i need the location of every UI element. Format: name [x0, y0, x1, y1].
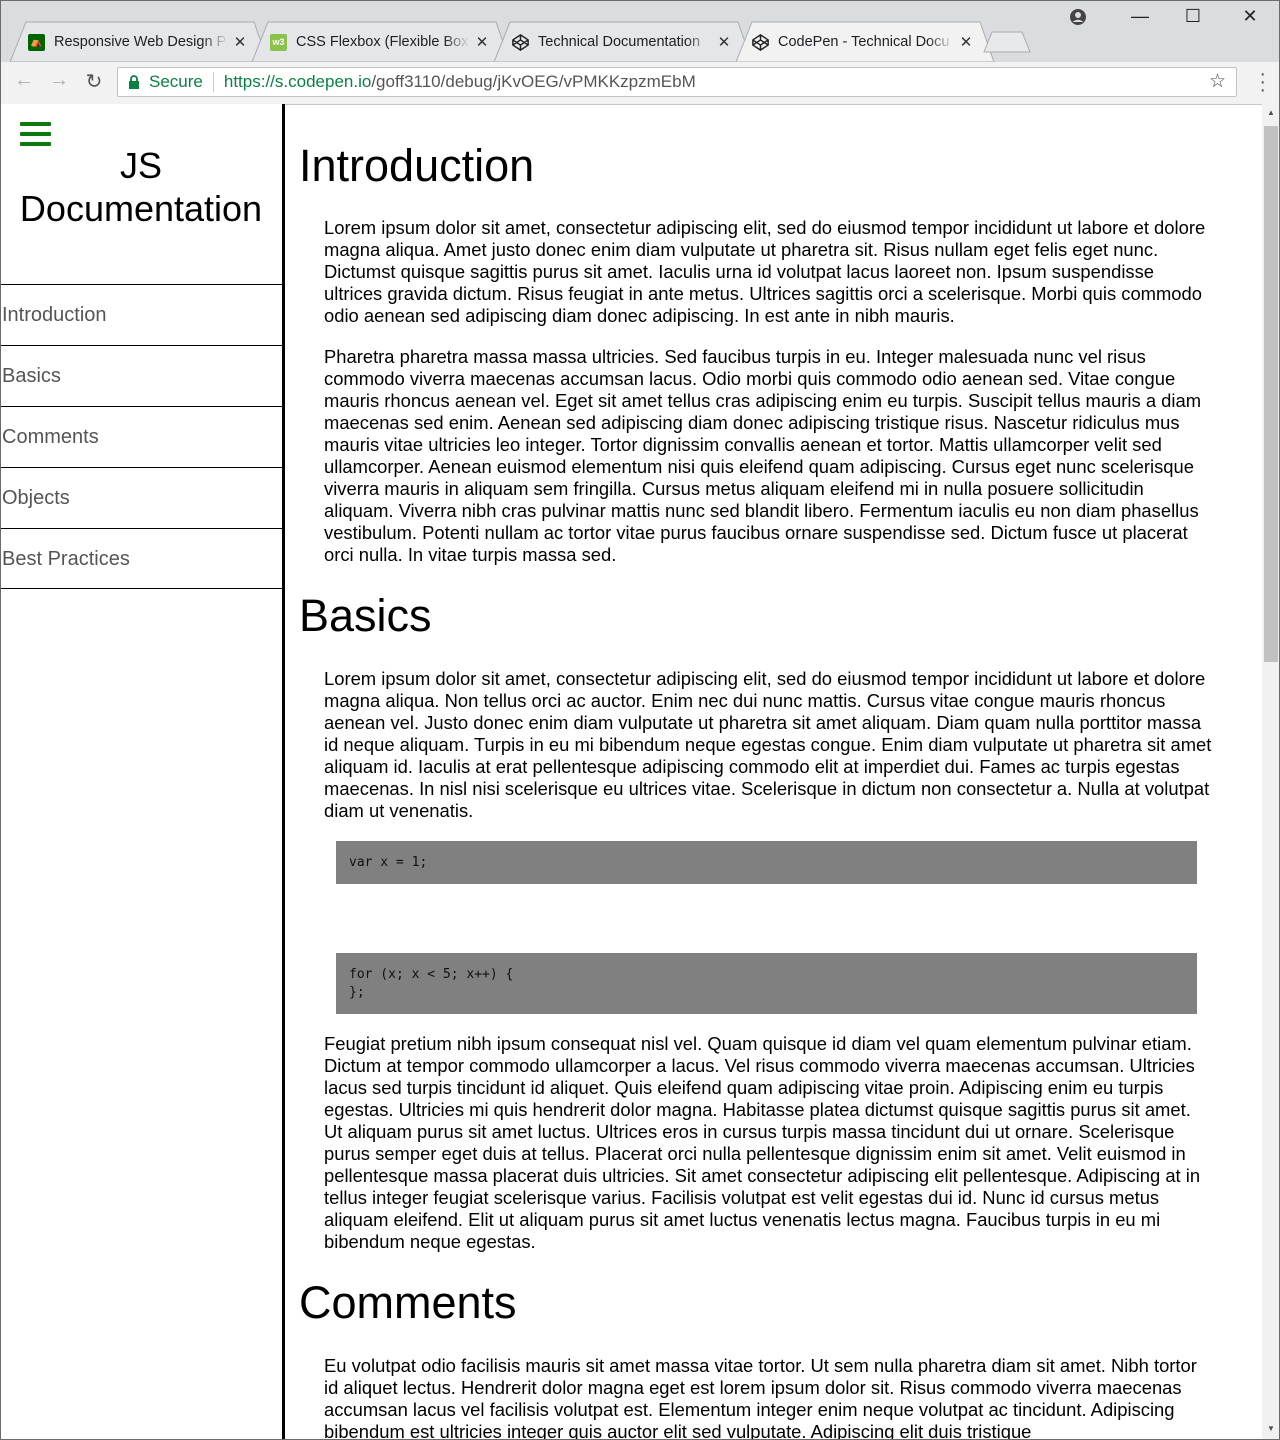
maximize-icon[interactable]: ☐	[1170, 6, 1216, 27]
nav-list: Introduction Basics Comments Objects Bes…	[0, 284, 282, 589]
section-heading-basics: Basics	[299, 590, 432, 641]
bookmark-star-icon[interactable]: ☆	[1209, 70, 1226, 93]
browser-menu-icon[interactable]: · · ·	[1259, 64, 1266, 100]
paragraph: Lorem ipsum dolor sit amet, consectetur …	[324, 217, 1206, 326]
navbar: JS Documentation Introduction Basics Com…	[0, 104, 285, 1440]
nav-link-introduction[interactable]: Introduction	[0, 284, 282, 345]
close-icon[interactable]: ✕	[470, 33, 494, 51]
scroll-down-icon[interactable]: ▼	[1262, 1424, 1280, 1433]
tab-technical-documentation[interactable]: Technical Documentation ✕	[506, 22, 742, 62]
section-heading-comments: Comments	[299, 1277, 517, 1328]
tab-title: Responsive Web Design P	[54, 34, 227, 50]
sidebar-title: JS Documentation	[0, 144, 282, 230]
minimize-icon[interactable]: —	[1117, 6, 1163, 27]
nav-link-best-practices[interactable]: Best Practices	[0, 528, 282, 589]
fcc-icon: ⛺	[28, 33, 45, 51]
tab-css-flexbox[interactable]: w3 CSS Flexbox (Flexible Box ✕	[264, 22, 500, 62]
lock-icon	[129, 75, 139, 89]
window-close-icon[interactable]: ✕	[1227, 6, 1273, 27]
close-icon[interactable]: ✕	[712, 33, 736, 51]
reload-icon[interactable]: ↻	[80, 69, 108, 94]
tab-responsive-web-design[interactable]: ⛺ Responsive Web Design P ✕	[22, 22, 258, 62]
url-path: /goff3110/debug/jKvOEG/vPMKKzpzmEbM	[371, 72, 696, 91]
new-tab-button	[983, 31, 1031, 53]
paragraph: Feugiat pretium nibh ipsum consequat nis…	[324, 1033, 1201, 1252]
nav-link-comments[interactable]: Comments	[0, 406, 282, 467]
scrollbar-thumb[interactable]	[1264, 126, 1278, 662]
sidebar-title-line2: Documentation	[19, 188, 263, 229]
tab-title: CodePen - Technical Docu	[778, 34, 950, 50]
codepen-icon	[512, 33, 529, 51]
page-viewport: JS Documentation Introduction Basics Com…	[0, 104, 1262, 1440]
tab-codepen-active[interactable]: CodePen - Technical Docu ✕	[748, 22, 984, 62]
back-arrow-icon[interactable]: ←	[10, 69, 38, 92]
close-icon[interactable]: ✕	[228, 33, 252, 51]
browser-tab-bar: ⛺ Responsive Web Design P ✕ w3 CSS Flexb…	[0, 0, 1280, 62]
paragraph: Eu volutpat odio facilisis mauris sit am…	[324, 1355, 1197, 1440]
divider	[212, 72, 214, 92]
close-icon[interactable]: ✕	[954, 33, 978, 51]
address-bar[interactable]: Secure https://s.codepen.io/goff3110/deb…	[117, 67, 1237, 97]
nav-link-objects[interactable]: Objects	[0, 467, 282, 528]
profile-icon[interactable]	[1055, 8, 1101, 31]
scroll-up-icon[interactable]: ▲	[1262, 108, 1280, 117]
w3-icon: w3	[270, 33, 287, 51]
forward-arrow-icon[interactable]: →	[45, 69, 73, 92]
nav-link-basics[interactable]: Basics	[0, 345, 282, 406]
vertical-scrollbar[interactable]: ▲ ▼	[1262, 104, 1280, 1440]
codepen-icon	[752, 33, 769, 51]
tab-title: Technical Documentation	[538, 34, 701, 50]
secure-label: Secure	[149, 72, 203, 91]
paragraph: Lorem ipsum dolor sit amet, consectetur …	[324, 668, 1212, 821]
code-block: for (x; x < 5; x++) { };	[336, 953, 1197, 1014]
url-host: https://s.codepen.io	[223, 72, 372, 91]
code-block: var x = 1;	[336, 841, 1197, 884]
secure-indicator[interactable]: Secure	[118, 72, 203, 92]
tab-title: CSS Flexbox (Flexible Box	[296, 34, 469, 50]
browser-toolbar: ← → ↻ Secure https://s.codepen.io/goff31…	[0, 62, 1280, 105]
sidebar-title-line1: JS	[119, 145, 162, 186]
paragraph: Pharetra pharetra massa massa ultricies.…	[324, 346, 1202, 565]
section-heading-introduction: Introduction	[299, 140, 535, 191]
